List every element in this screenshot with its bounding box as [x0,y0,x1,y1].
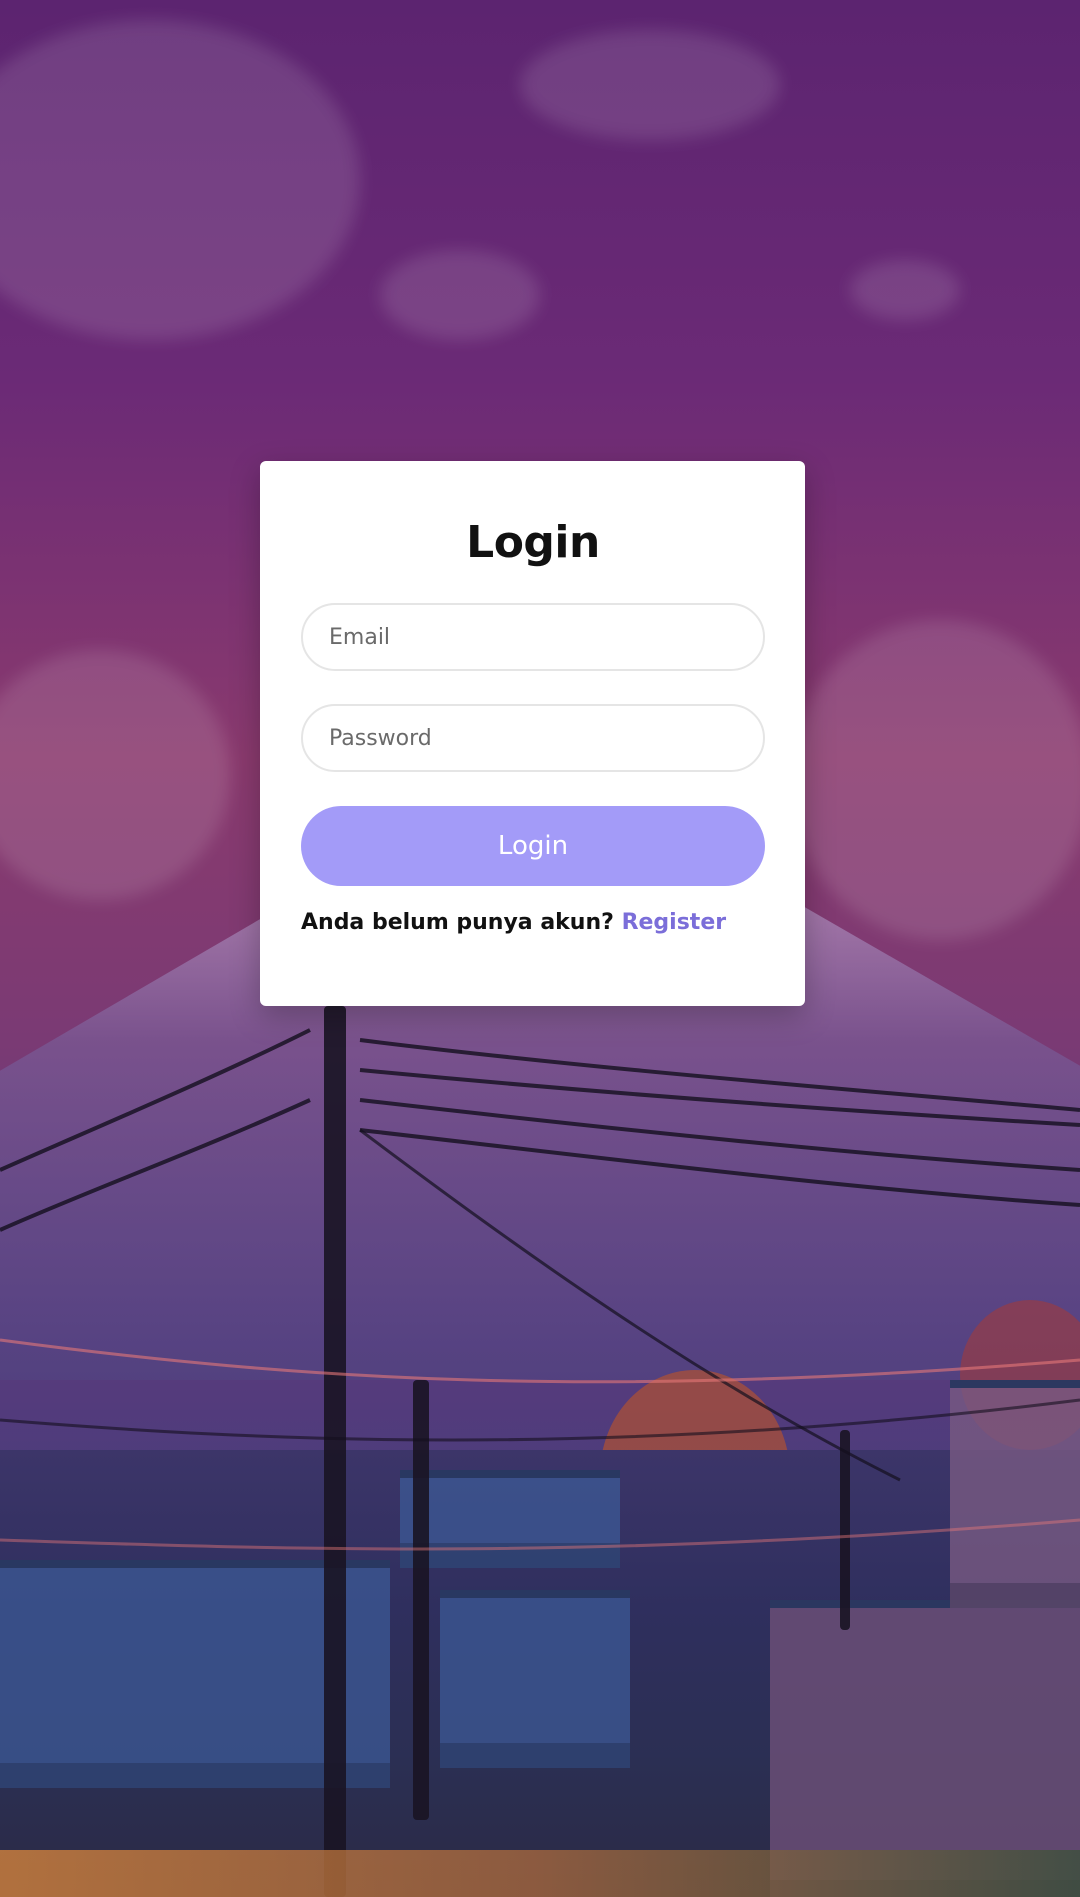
login-card: Login Login Anda belum punya akun? Regis… [260,461,805,1006]
register-prompt: Anda belum punya akun? Register [301,910,765,935]
login-button-label: Login [497,831,569,862]
login-title: Login [466,517,600,568]
field-strip [0,1850,1080,1897]
register-prompt-text: Anda belum punya akun? [301,910,614,936]
email-input[interactable] [301,603,765,672]
register-link[interactable]: Register [622,910,727,935]
password-input[interactable] [301,704,765,773]
login-page: Login Login Anda belum punya akun? Regis… [0,0,1080,1897]
login-form: Login Login Anda belum punya akun? Regis… [301,517,765,935]
login-button[interactable]: Login [301,806,765,887]
